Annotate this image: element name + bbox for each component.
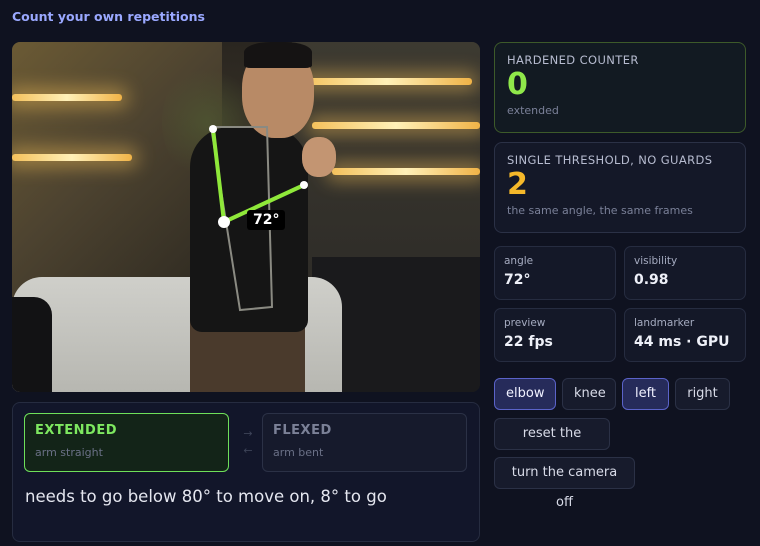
side-right-button[interactable]: right [675, 378, 730, 410]
joint-knee-button[interactable]: knee [562, 378, 616, 410]
stat-landmarker-label: landmarker [634, 317, 695, 329]
reset-count-button[interactable]: reset the count [494, 418, 610, 471]
state-flexed: FLEXED arm bent [262, 413, 467, 472]
stat-angle-value: 72° [504, 272, 531, 288]
stat-preview: preview 22 fps [494, 308, 616, 362]
stat-landmarker: landmarker 44 ms · GPU [624, 308, 746, 362]
app-title: Count your own repetitions [12, 9, 205, 24]
hardened-counter-value: 0 [507, 67, 528, 102]
state-panel: EXTENDED arm straight → ← FLEXED arm ben… [12, 402, 480, 542]
state-extended: EXTENDED arm straight [24, 413, 229, 472]
stat-preview-label: preview [504, 317, 546, 329]
stat-visibility-value: 0.98 [634, 272, 669, 288]
camera-preview: 72° [12, 42, 480, 392]
state-message: needs to go below 80° to move on, 8° to … [25, 487, 387, 506]
state-arrows: → ← [241, 425, 255, 459]
camera-off-button[interactable]: turn the camera off [494, 457, 635, 510]
elbow-joint [218, 216, 230, 228]
hardened-counter: HARDENED COUNTER 0 extended [494, 42, 746, 133]
stat-angle: angle 72° [494, 246, 616, 300]
single-counter-title: SINGLE THRESHOLD, NO GUARDS [507, 153, 713, 167]
state-flexed-label: FLEXED [273, 423, 332, 438]
stat-visibility-label: visibility [634, 255, 678, 267]
single-counter-value: 2 [507, 167, 528, 202]
stat-landmarker-value: 44 ms · GPU [634, 334, 730, 350]
pose-overlay [209, 125, 308, 312]
joint-elbow-button[interactable]: elbow [494, 378, 556, 410]
shoulder-joint [209, 125, 217, 133]
single-counter-sub: the same angle, the same frames [507, 204, 693, 217]
hardened-counter-title: HARDENED COUNTER [507, 53, 639, 67]
upper-arm-segment [211, 127, 226, 224]
state-flexed-sub: arm bent [273, 446, 324, 459]
state-extended-label: EXTENDED [35, 423, 117, 438]
angle-overlay-label: 72° [247, 210, 286, 230]
state-extended-sub: arm straight [35, 446, 103, 459]
arrow-left-icon: ← [243, 444, 253, 457]
single-threshold-counter: SINGLE THRESHOLD, NO GUARDS 2 the same a… [494, 142, 746, 233]
side-left-button[interactable]: left [622, 378, 669, 410]
wrist-joint [300, 181, 308, 189]
stat-angle-label: angle [504, 255, 534, 267]
arrow-right-icon: → [243, 427, 253, 440]
stat-preview-value: 22 fps [504, 334, 553, 350]
stat-visibility: visibility 0.98 [624, 246, 746, 300]
hardened-counter-sub: extended [507, 104, 559, 117]
